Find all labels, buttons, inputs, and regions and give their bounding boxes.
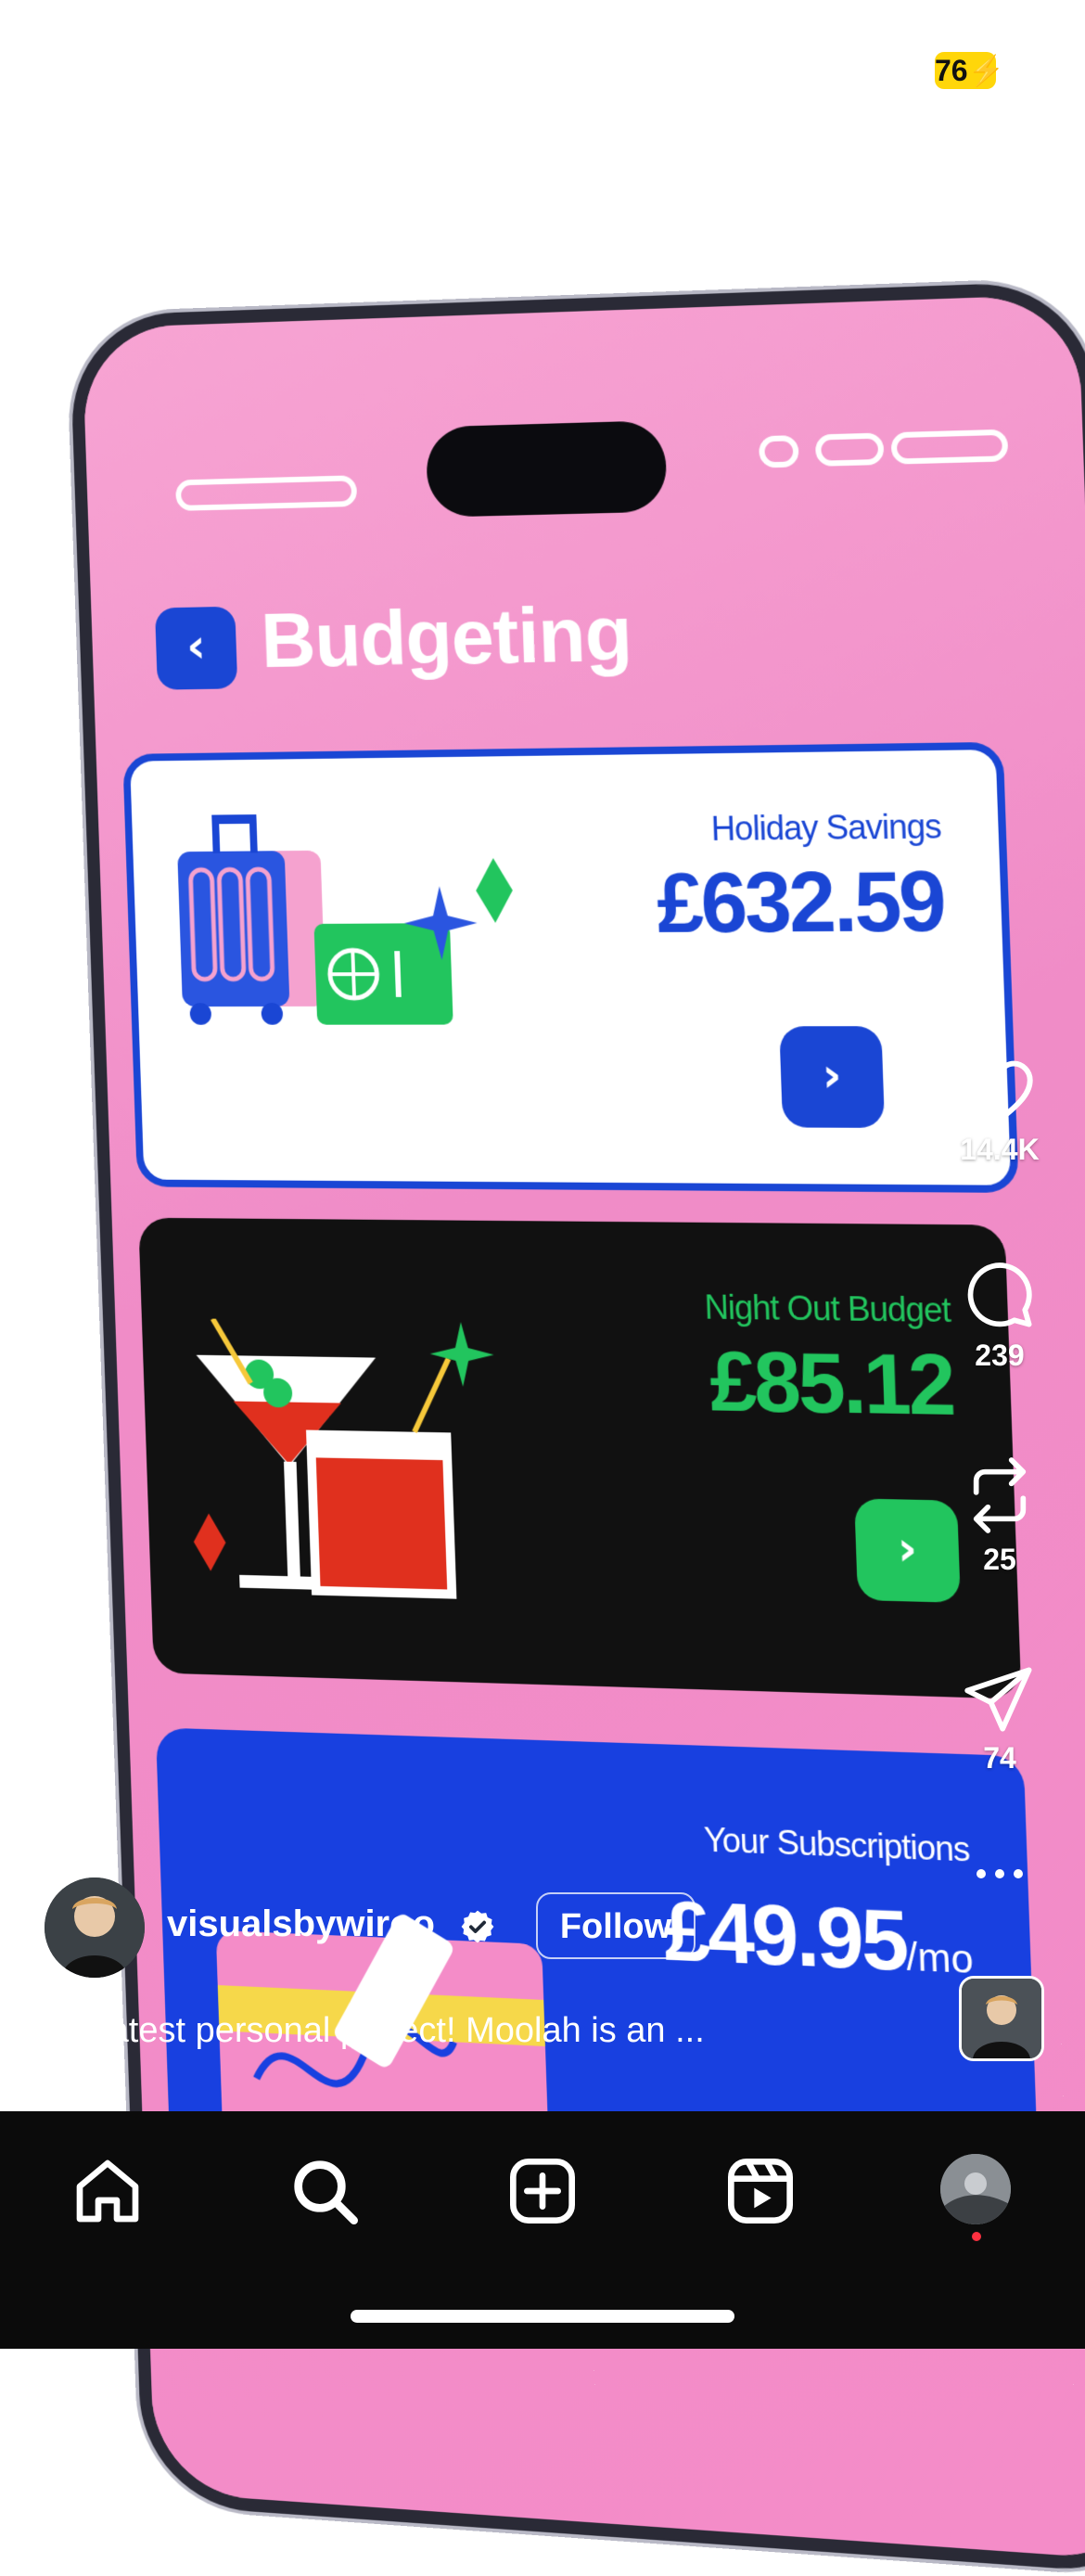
like-button[interactable]: 14.4K: [953, 1057, 1046, 1167]
author-username[interactable]: visualsbywiroo: [167, 1903, 435, 1945]
sparkle-icon: [428, 1322, 494, 1388]
share-count: 74: [953, 1741, 1046, 1775]
comment-button[interactable]: 239: [953, 1260, 1046, 1373]
verified-badge-icon: [460, 1909, 495, 1944]
card-amount: £85.12: [708, 1335, 955, 1436]
chevron-right-icon: ›: [897, 1521, 918, 1577]
person-avatar-icon: [940, 2154, 1011, 2224]
home-icon[interactable]: [70, 2154, 145, 2228]
person-avatar-icon: [45, 1878, 145, 1978]
home-indicator: [351, 2310, 734, 2323]
card-label: Night Out Budget: [704, 1288, 951, 1330]
share-button[interactable]: 74: [953, 1666, 1046, 1775]
notification-dot: [972, 2232, 981, 2241]
author-avatar[interactable]: [45, 1878, 145, 1978]
page-title: Budgeting: [260, 589, 632, 686]
create-icon[interactable]: [505, 2154, 580, 2228]
reel-caption[interactable]: My latest personal project! Moolah is an…: [45, 2011, 705, 2051]
chevron-left-icon: ‹: [185, 619, 207, 673]
back-button[interactable]: ‹: [155, 607, 237, 690]
more-icon: [972, 1865, 1028, 1883]
more-options-button[interactable]: [953, 1865, 1046, 1888]
amount-value: £49.95: [662, 1885, 908, 1989]
repost-icon: [964, 1456, 1035, 1534]
card-amount: £49.95/mo: [662, 1884, 975, 1993]
sparkle-icon: [403, 886, 479, 960]
battery-level: 76: [935, 54, 968, 87]
status-pill: [175, 475, 357, 511]
status-pill: [891, 429, 1009, 465]
open-card-button[interactable]: ›: [854, 1498, 961, 1603]
reels-icon[interactable]: [723, 2154, 798, 2228]
audio-thumbnail[interactable]: [959, 1976, 1044, 2061]
chevron-right-icon: ›: [821, 1048, 842, 1103]
card-amount: £632.59: [656, 854, 946, 953]
night-out-budget-card[interactable]: Night Out Budget £85.12 ›: [138, 1218, 1021, 1699]
comment-count: 239: [953, 1339, 1046, 1373]
card-label: Your Subscriptions: [703, 1820, 970, 1869]
diamond-icon: [475, 858, 514, 923]
comment-icon: [964, 1260, 1035, 1330]
amount-period: /mo: [906, 1934, 975, 1981]
card-label: Holiday Savings: [710, 807, 941, 849]
heart-icon: [963, 1057, 1037, 1124]
follow-button[interactable]: Follow: [536, 1892, 696, 1959]
repost-button[interactable]: 25: [953, 1456, 1046, 1577]
dynamic-island: [426, 420, 668, 518]
status-pill: [815, 432, 885, 466]
like-count: 14.4K: [953, 1133, 1046, 1167]
battery-indicator: 76⚡: [935, 52, 996, 89]
send-icon: [964, 1666, 1035, 1733]
open-card-button[interactable]: ›: [779, 1026, 885, 1128]
diamond-icon: [193, 1510, 227, 1575]
holiday-savings-card[interactable]: Holiday Savings £632.59 ›: [122, 742, 1019, 1193]
person-avatar-icon: [962, 1979, 1041, 2058]
status-pill: [759, 435, 799, 468]
search-icon[interactable]: [287, 2154, 362, 2228]
repost-count: 25: [953, 1543, 1046, 1577]
profile-avatar[interactable]: [940, 2154, 1011, 2224]
